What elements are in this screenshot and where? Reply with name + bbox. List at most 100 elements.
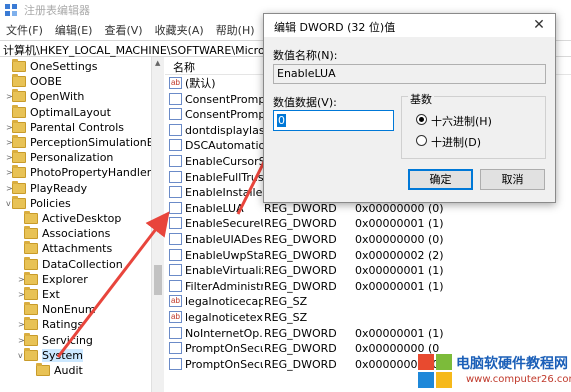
menu-file[interactable]: 文件(F) [6,22,43,38]
binary-value-icon: dword [169,201,182,214]
value-type: REG_DWORD [264,264,337,278]
value-type: REG_DWORD [264,201,337,215]
binary-value-icon: dword [169,264,182,277]
value-name-field: EnableLUA [273,64,546,84]
scroll-thumb[interactable] [154,265,162,295]
tree-item[interactable]: NonEnum [0,302,151,317]
edit-dword-dialog: 编辑 DWORD (32 位)值 ✕ 数值名称(N): EnableLUA 数值… [263,13,556,203]
value-row[interactable]: dwordEnableSecureU...REG_DWORD 0x00000001… [165,216,571,232]
folder-icon [12,165,26,179]
tree-item-label: PhotoPropertyHandler [30,166,151,180]
tree-item[interactable]: Associations [0,226,151,241]
tree-item[interactable]: >PerceptionSimulationExtensic [0,135,151,150]
radio-hex[interactable] [416,114,427,125]
value-data: 0x00000002 (2) [355,248,444,262]
tree-item[interactable]: > Parental Controls [0,119,151,135]
value-name: EnableCursorS... [185,155,263,168]
folder-icon [24,271,38,285]
value-name: (默认) [185,77,216,90]
value-row[interactable]: dwordEnableUwpSta...REG_DWORD 0x00000002 … [165,248,571,264]
value-name: ConsentPromp... [185,108,263,122]
value-name: EnableUwpSta... [185,248,263,262]
value-row[interactable]: ablegalnoticecap...REG_SZ [165,294,571,310]
tree-scrollbar[interactable]: ▲ [151,57,164,392]
value-name: PromptOnSecu... [185,357,263,371]
value-name: DSCAutomatio... [185,139,263,153]
tree-item[interactable]: OneSettings [0,59,151,74]
value-row[interactable]: dwordEnableUIADes...REG_DWORD 0x00000000 … [165,232,571,248]
binary-value-icon: dword [169,155,182,167]
value-name: PromptOnSecu... [185,342,263,356]
value-row[interactable]: ab legalnoticetext REG_SZ [165,310,571,326]
value-row[interactable]: dwordNoInternetOp...REG_DWORD 0x00000001 … [165,326,571,342]
tree-item[interactable]: Attachments [0,241,151,256]
folder-icon [12,89,26,103]
folder-icon [24,256,38,270]
tree-item[interactable]: > Ratings [0,317,151,332]
tree-item[interactable]: v Policies [0,195,151,211]
value-name: NoInternetOp... [185,326,263,340]
cancel-button[interactable]: 取消 [480,169,545,190]
tree-item[interactable]: > Explorer [0,271,151,287]
dialog-titlebar: 编辑 DWORD (32 位)值 ✕ [264,14,555,37]
folder-icon [24,347,38,361]
value-name: EnableLUA [185,201,244,215]
value-name: legalnoticecap... [185,295,263,309]
radio-dec-label[interactable]: 十进制(D) [431,134,481,150]
value-name-label: 数值名称(N): [273,49,338,62]
tree-item[interactable]: Audit [0,363,151,378]
menu-edit[interactable]: 编辑(E) [55,22,93,38]
value-type: REG_DWORD [264,279,337,293]
value-type: REG_DWORD [264,233,337,246]
menu-help[interactable]: 帮助(H) [216,22,255,38]
value-data: 0x00000001 (1) [355,217,444,231]
folder-icon [12,180,26,194]
binary-value-icon: dword [169,186,182,199]
value-type: REG_DWORD [264,357,337,371]
radio-hex-label[interactable]: 十六进制(H) [431,113,492,129]
value-row[interactable]: dwordEnableLUA REG_DWORD 0x00000000 (0) [165,201,571,217]
folder-icon [12,104,26,118]
column-header-name[interactable]: 名称 [173,59,195,75]
tree-item-label: Parental Controls [30,120,124,134]
folder-icon [24,332,38,346]
tree-item[interactable]: > PlayReady [0,180,151,196]
menu-view[interactable]: 查看(V) [104,22,142,38]
tree-item[interactable]: > Personalization [0,150,151,165]
value-name: EnableInstaller... [185,186,263,200]
tree-item[interactable]: OptimalLayout [0,104,151,120]
tree-item[interactable]: OOBE [0,74,151,89]
ok-button[interactable]: 确定 [408,169,473,190]
value-name: dontdisplaylas... [185,123,263,137]
tree-item[interactable]: ActiveDesktop [0,211,151,226]
tree-item[interactable]: > OpenWith [0,89,151,104]
tree-item-label: Explorer [42,272,88,286]
menu-favorites[interactable]: 收藏夹(A) [155,22,204,38]
tree-item-label: OpenWith [30,90,85,104]
folder-icon [12,150,26,164]
folder-icon [12,59,26,72]
watermark-url: www.computer26.com [466,374,571,385]
binary-value-icon: dword [169,217,182,230]
binary-value-icon: dword [169,326,182,339]
binary-value-icon: dword [169,170,182,183]
tree-item[interactable]: DataCollection [0,256,151,272]
binary-value-icon: dword [169,123,182,136]
scroll-up-icon[interactable]: ▲ [155,59,160,67]
tree-item[interactable]: > PhotoPropertyHandler [0,165,151,180]
value-row[interactable]: dwordFilterAdministr...REG_DWORD 0x000000… [165,279,571,295]
tree-item[interactable]: > Ext [0,287,151,302]
close-icon[interactable]: ✕ [523,14,555,37]
tree-item[interactable]: > Servicing [0,332,151,348]
folder-icon [12,195,26,209]
value-name: EnableSecureU... [185,217,263,231]
folder-icon [24,302,38,316]
value-type: REG_DWORD [264,248,337,262]
value-name: FilterAdministr... [185,279,263,293]
value-name: EnableFullTrust... [185,170,263,184]
folder-icon [24,287,38,300]
radio-dec[interactable] [416,135,427,146]
value-row[interactable]: dwordEnableVirtualiz...REG_DWORD 0x000000… [165,263,571,279]
tree-item[interactable]: v System [0,347,151,363]
value-data-input[interactable]: 0 [273,110,394,131]
